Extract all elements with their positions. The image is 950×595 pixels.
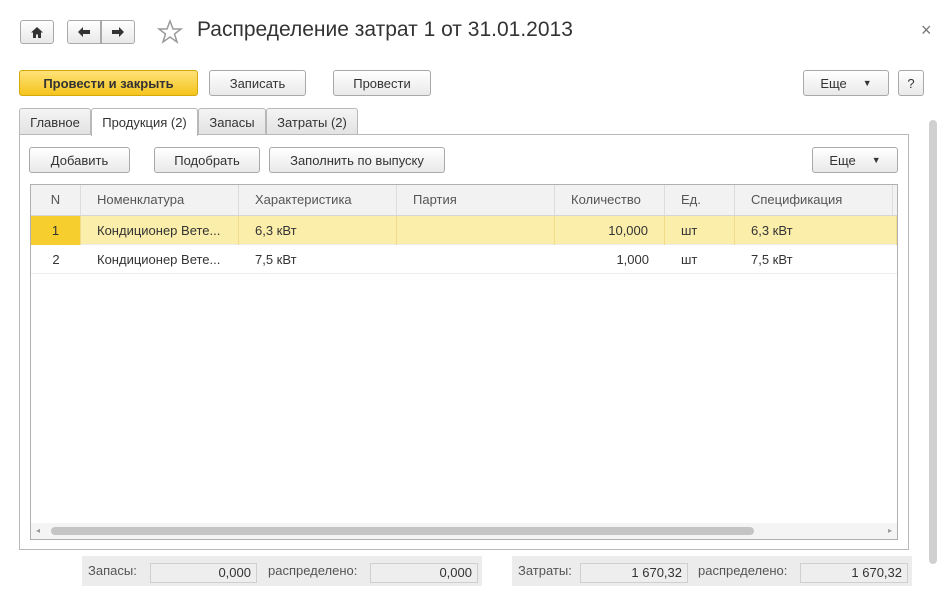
tab-costs[interactable]: Затраты (2) (266, 108, 358, 135)
costs-distributed-field: 1 670,32 (800, 563, 908, 583)
forward-button[interactable] (101, 20, 135, 44)
row-specification[interactable]: 6,3 кВт (735, 216, 897, 245)
row-unit[interactable]: шт (665, 245, 735, 274)
stock-label: Запасы: (88, 563, 137, 578)
window-scrollbar[interactable] (929, 120, 937, 564)
row-number: 2 (52, 252, 60, 267)
pick-button[interactable]: Подобрать (154, 147, 260, 173)
row-number: 1 (31, 216, 81, 245)
row-quantity[interactable]: 10,000 (555, 216, 665, 245)
add-button[interactable]: Добавить (29, 147, 130, 173)
scrollbar-thumb[interactable] (51, 527, 754, 535)
star-icon (156, 18, 184, 44)
row-characteristic[interactable]: 6,3 кВт (239, 216, 397, 245)
tab-products[interactable]: Продукция (2) (91, 108, 198, 136)
row-quantity[interactable]: 1,000 (555, 245, 665, 274)
stock-distributed-label: распределено: (268, 563, 358, 578)
table-row[interactable]: 2 Кондиционер Вете... 7,5 кВт 1,000 шт 7… (31, 245, 897, 274)
costs-label: Затраты: (518, 563, 572, 578)
more-label: Еще (820, 75, 847, 91)
favorite-star-button[interactable] (156, 18, 184, 45)
close-icon[interactable]: × (921, 20, 932, 41)
scroll-left-icon[interactable]: ◂ (36, 526, 40, 535)
row-unit[interactable]: шт (665, 216, 735, 245)
back-button[interactable] (67, 20, 101, 44)
chevron-down-icon: ▼ (862, 78, 872, 88)
row-specification[interactable]: 7,5 кВт (735, 245, 897, 274)
column-header-specification[interactable]: Спецификация (735, 185, 893, 215)
arrow-left-icon (78, 27, 90, 37)
more-menu-button[interactable]: Еще ▼ (803, 70, 889, 96)
tab-stock[interactable]: Запасы (198, 108, 266, 135)
costs-value-field: 1 670,32 (580, 563, 688, 583)
column-header-quantity[interactable]: Количество (555, 185, 665, 215)
row-batch[interactable] (397, 245, 555, 274)
products-table[interactable]: N Номенклатура Характеристика Партия Кол… (30, 184, 898, 540)
table-row[interactable]: 1 Кондиционер Вете... 6,3 кВт 10,000 шт … (31, 216, 897, 245)
home-icon (31, 26, 43, 38)
column-header-unit[interactable]: Ед. (665, 185, 735, 215)
stock-distributed-field: 0,000 (370, 563, 478, 583)
row-item[interactable]: Кондиционер Вете... (81, 245, 239, 274)
column-header-item[interactable]: Номенклатура (81, 185, 239, 215)
table-more-menu-button[interactable]: Еще ▼ (812, 147, 898, 173)
page-title: Распределение затрат 1 от 31.01.2013 (197, 18, 573, 41)
column-header-n[interactable]: N (31, 185, 81, 215)
table-header: N Номенклатура Характеристика Партия Кол… (31, 185, 897, 216)
column-header-batch[interactable]: Партия (397, 185, 555, 215)
tab-main[interactable]: Главное (19, 108, 91, 135)
post-and-close-button[interactable]: Провести и закрыть (19, 70, 198, 96)
table-horizontal-scrollbar[interactable]: ◂ ▸ (31, 523, 897, 539)
column-header-characteristic[interactable]: Характеристика (239, 185, 397, 215)
row-batch[interactable] (397, 216, 555, 245)
costs-distributed-label: распределено: (698, 563, 788, 578)
row-item[interactable]: Кондиционер Вете... (81, 216, 239, 245)
table-more-label: Еще (829, 152, 856, 168)
scroll-right-icon[interactable]: ▸ (888, 526, 892, 535)
post-button[interactable]: Провести (333, 70, 431, 96)
stock-value-field: 0,000 (150, 563, 257, 583)
row-characteristic[interactable]: 7,5 кВт (239, 245, 397, 274)
chevron-down-icon: ▼ (871, 155, 881, 165)
fill-by-output-button[interactable]: Заполнить по выпуску (269, 147, 445, 173)
home-button[interactable] (20, 20, 54, 44)
help-button[interactable]: ? (898, 70, 924, 96)
save-button[interactable]: Записать (209, 70, 306, 96)
arrow-right-icon (112, 27, 124, 37)
